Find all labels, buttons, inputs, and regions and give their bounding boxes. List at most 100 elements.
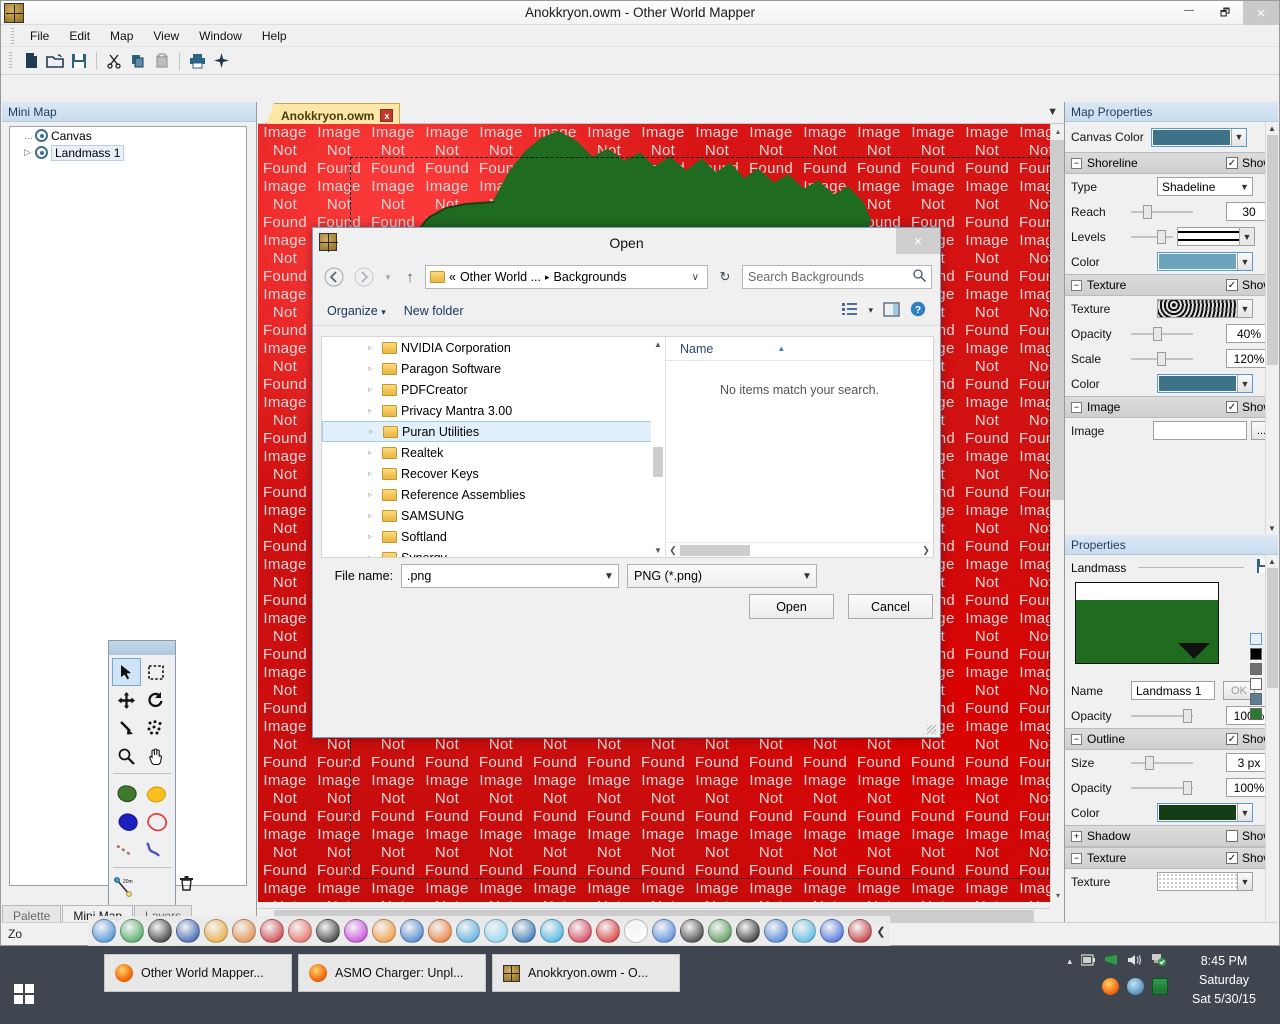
outline-color-picker[interactable]: ▼	[1157, 803, 1253, 822]
menu-item-window[interactable]: Window	[189, 27, 252, 45]
path-dashed-tool[interactable]	[112, 836, 141, 864]
quick-launch-icon[interactable]	[762, 917, 790, 945]
quick-launch-icon[interactable]	[258, 917, 286, 945]
filename-input[interactable]: .png ▼	[401, 564, 619, 588]
chevron-down-icon[interactable]: ▼	[1231, 129, 1246, 146]
collapse-icon[interactable]: −	[1071, 853, 1082, 864]
water-tool[interactable]	[112, 808, 141, 836]
quick-launch-icon[interactable]	[286, 917, 314, 945]
quick-launch-icon[interactable]	[454, 917, 482, 945]
print-icon[interactable]	[185, 49, 209, 73]
scrollbar-thumb[interactable]	[680, 545, 750, 556]
start-button[interactable]	[8, 978, 40, 1010]
slider-knob[interactable]	[1157, 230, 1166, 244]
close-icon[interactable]: x	[380, 109, 393, 122]
file-list-pane[interactable]: Name ▲ No items match your search. ❮ ❯	[666, 337, 933, 557]
quick-launch-icon[interactable]	[566, 917, 594, 945]
folder-tree-item[interactable]: ▹SAMSUNG	[322, 505, 665, 526]
scroll-down-icon[interactable]: ▼	[1266, 522, 1278, 535]
quick-launch-icon[interactable]	[650, 917, 678, 945]
menu-item-map[interactable]: Map	[100, 27, 143, 45]
marquee-select-tool[interactable]	[141, 658, 170, 686]
file-list-horizontal-scrollbar[interactable]: ❮ ❯	[666, 542, 933, 557]
measure-tool[interactable]: 20m	[112, 874, 141, 902]
object-texture-select[interactable]: ▼	[1157, 872, 1253, 891]
preview-pane-icon[interactable]	[883, 302, 900, 320]
quick-launch-icon[interactable]	[230, 917, 258, 945]
chevron-down-icon[interactable]: ∨	[688, 272, 703, 283]
swatch-gray[interactable]	[1250, 663, 1262, 675]
folder-tree-item[interactable]: ▹Synergy	[322, 547, 665, 557]
swatch-selected[interactable]	[1250, 633, 1262, 645]
expand-icon[interactable]: +	[1071, 831, 1082, 842]
tree-expand-icon[interactable]: ▹	[368, 553, 378, 557]
tree-expand-icon[interactable]: ▹	[368, 511, 378, 520]
scale-tool[interactable]	[112, 714, 141, 742]
tree-expand-icon[interactable]: ▹	[368, 406, 378, 415]
chevron-down-icon[interactable]: ▼	[1239, 228, 1254, 245]
tree-expand-icon[interactable]: ▹	[368, 532, 378, 541]
taskbar-item-asmo-charger[interactable]: ASMO Charger: Unpl...	[298, 954, 486, 992]
quick-launch-icon[interactable]	[118, 917, 146, 945]
region-outline-tool[interactable]	[141, 808, 170, 836]
paste-icon[interactable]	[150, 49, 174, 73]
open-button[interactable]: Open	[749, 594, 834, 619]
object-opacity-slider[interactable]	[1131, 709, 1193, 723]
cloud-app-icon[interactable]	[1127, 978, 1144, 995]
scroll-up-icon[interactable]: ▴	[1051, 124, 1065, 138]
view-caret-down-icon[interactable]: ▾	[868, 305, 873, 316]
properties-scrollbar[interactable]: ▲ ▼	[1265, 555, 1278, 943]
quick-launch-icon[interactable]	[622, 917, 650, 945]
notes-app-icon[interactable]	[1152, 978, 1168, 995]
canvas-vertical-scrollbar[interactable]: ▴ ▾	[1050, 124, 1064, 902]
quick-launch-icon[interactable]	[510, 917, 538, 945]
tree-expand-icon[interactable]: ▹	[368, 469, 378, 478]
texture-section-header[interactable]: − Texture ✓ Show	[1065, 274, 1278, 296]
chevron-down-icon[interactable]: ▼	[1237, 375, 1252, 392]
quick-launch-icon[interactable]	[146, 917, 174, 945]
folder-tree-item[interactable]: ▹PDFCreator	[322, 379, 665, 400]
shoreline-type-select[interactable]: Shadeline ▼	[1157, 177, 1253, 196]
minimize-button[interactable]	[1171, 1, 1207, 25]
show-hidden-icons-button[interactable]: ▴	[1067, 956, 1072, 967]
levels-preview-select[interactable]: ▼	[1177, 227, 1255, 246]
scroll-right-icon[interactable]: ❯	[919, 545, 933, 556]
slider-knob[interactable]	[1157, 352, 1166, 366]
rotate-tool[interactable]	[141, 686, 170, 714]
folder-tree-item[interactable]: ▹Softland	[322, 526, 665, 547]
slider-knob[interactable]	[1143, 205, 1152, 219]
effects-icon[interactable]	[209, 49, 233, 73]
quick-launch-icon[interactable]	[790, 917, 818, 945]
folder-tree-item[interactable]: ▹Reference Assemblies	[322, 484, 665, 505]
tool-palette-handle[interactable]	[109, 641, 175, 655]
chevron-down-icon[interactable]: ▼	[1237, 300, 1252, 317]
collapse-icon[interactable]: −	[1071, 734, 1082, 745]
map-properties-scrollbar[interactable]: ▲ ▼	[1265, 122, 1278, 535]
folder-tree-item[interactable]: ▹Privacy Mantra 3.00	[322, 400, 665, 421]
collapse-icon[interactable]: −	[1071, 280, 1082, 291]
outline-opacity-slider[interactable]	[1131, 781, 1193, 795]
levels-slider[interactable]	[1131, 230, 1173, 244]
visibility-eye-icon[interactable]	[35, 146, 48, 159]
menu-item-edit[interactable]: Edit	[59, 27, 100, 45]
tree-expand-icon[interactable]: ▹	[368, 448, 378, 457]
checkbox[interactable]: ✓	[1226, 279, 1238, 291]
file-list-header[interactable]: Name ▲	[666, 337, 933, 361]
slider-knob[interactable]	[1183, 781, 1192, 795]
filetype-select[interactable]: PNG (*.png) ▼	[627, 564, 817, 588]
shadow-section-header[interactable]: + Shadow Show	[1065, 825, 1278, 847]
battery-icon[interactable]	[1081, 954, 1095, 969]
forward-button[interactable]	[351, 264, 377, 290]
scrollbar-thumb[interactable]	[1267, 568, 1278, 688]
folder-tree-item[interactable]: ▹NVIDIA Corporation	[322, 337, 665, 358]
cut-icon[interactable]	[102, 49, 126, 73]
organize-button[interactable]: Organize ▾	[327, 304, 386, 318]
help-icon[interactable]: ?	[910, 301, 926, 320]
scrollbar-thumb[interactable]	[653, 447, 663, 477]
quick-launch-icon[interactable]	[678, 917, 706, 945]
quick-launch-icon[interactable]	[594, 917, 622, 945]
scatter-tool[interactable]	[141, 714, 170, 742]
save-icon[interactable]	[67, 49, 91, 73]
quick-launch-icon[interactable]	[538, 917, 566, 945]
breadcrumb-current[interactable]: Backgrounds	[554, 270, 627, 284]
